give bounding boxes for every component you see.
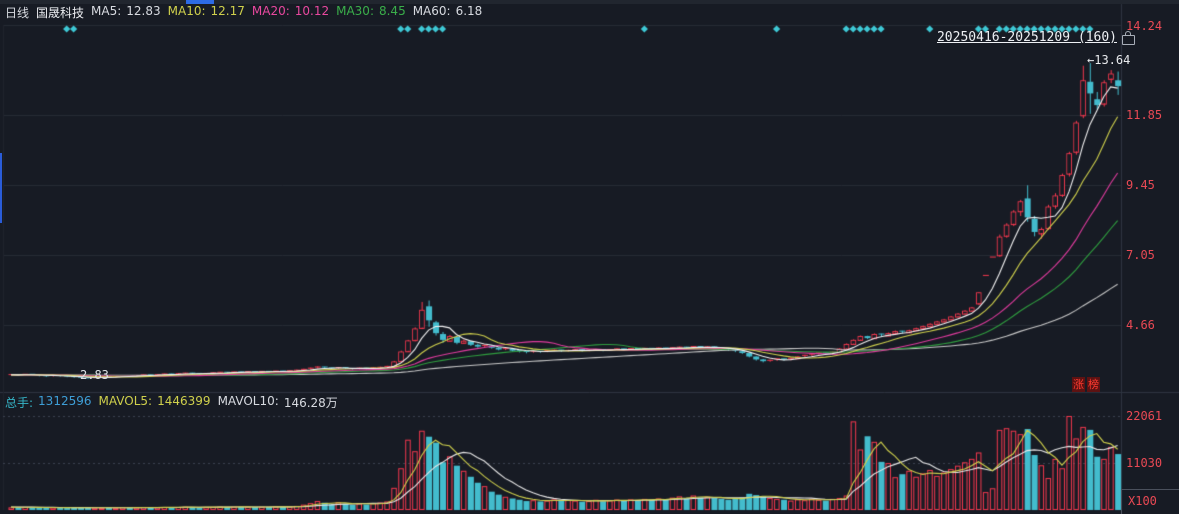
price-axis-label: 9.45 [1126, 178, 1155, 192]
period-label: 日线 [5, 6, 30, 20]
volume-axis-label: 11030 [1126, 456, 1163, 470]
left-scrollbar-thumb[interactable] [0, 153, 2, 223]
low-price-annotation: 2.83 [80, 368, 109, 382]
mavol10-readout: MAVOL10: 146.28万 [217, 394, 338, 410]
volume-unit-cell: X100 [1121, 489, 1179, 514]
date-range-control[interactable]: 20250416-20251209 (160) [937, 30, 1135, 45]
badge-char: 涨 [1072, 377, 1085, 392]
volume-unit-label: X100 [1128, 494, 1157, 508]
kline-window: 日线 国晟科技 MA5: 12.83 MA10: 12.17 MA20: 10.12 … [0, 0, 1179, 514]
ma5-readout: MA5: 12.83 [91, 4, 161, 18]
lock-icon[interactable] [1122, 30, 1135, 45]
high-price-value: 13.64 [1094, 53, 1131, 67]
ma20-readout: MA20: 10.12 [251, 4, 330, 18]
price-axis-label: 14.24 [1126, 19, 1163, 33]
chart-canvas[interactable] [0, 0, 1179, 514]
volume-readout: 总手: 1312596 [5, 394, 92, 410]
stock-name: 国晟科技 [36, 6, 85, 20]
badge-char: 榜 [1087, 377, 1100, 392]
ma60-readout: MA60: 6.18 [412, 4, 483, 18]
volume-header: 总手: 1312596 MAVOL5: 1446399 MAVOL10: 146.28… [5, 394, 338, 411]
high-price-annotation: ←13.64 [1087, 53, 1130, 67]
limit-up-badge[interactable]: 涨 榜 [1072, 377, 1100, 392]
chart-header: 日线 国晟科技 MA5: 12.83 MA10: 12.17 MA20: 10.12 … [5, 4, 482, 21]
ma10-readout: MA10: 12.17 [167, 4, 245, 18]
date-range-label[interactable]: 20250416-20251209 (160) [937, 30, 1117, 45]
price-axis-label: 4.66 [1126, 318, 1155, 332]
price-axis-label: 7.05 [1126, 248, 1155, 262]
ma30-readout: MA30: 8.45 [336, 4, 406, 18]
volume-axis-label: 22061 [1126, 409, 1163, 423]
mavol5-readout: MAVOL5: 1446399 [98, 394, 211, 408]
price-axis-label: 11.85 [1126, 108, 1163, 122]
